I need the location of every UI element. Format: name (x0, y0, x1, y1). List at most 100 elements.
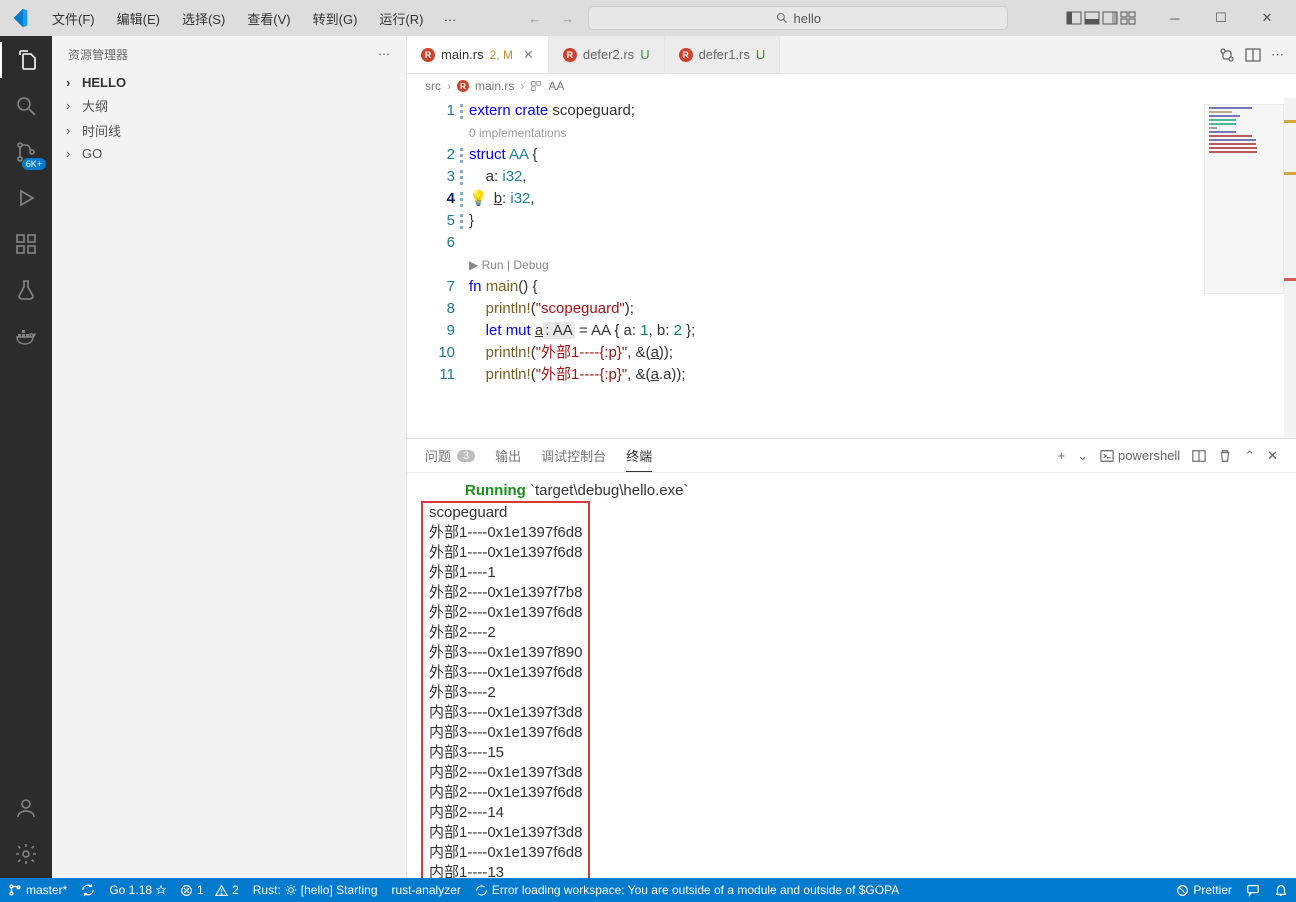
panel-tab-debug-console[interactable]: 调试控制台 (541, 440, 606, 471)
tab-suffix: U (756, 47, 765, 62)
terminal-kill-icon[interactable] (1218, 449, 1232, 463)
rust-file-icon: R (563, 48, 577, 62)
breadcrumb-item[interactable]: src (425, 79, 441, 93)
scm-badge: 6K+ (22, 158, 46, 170)
panel-close-icon[interactable]: ✕ (1267, 448, 1278, 464)
menu-view[interactable]: 查看(V) (237, 5, 300, 32)
tree-go[interactable]: ›GO (52, 143, 406, 164)
tab-suffix: U (640, 47, 649, 62)
code-content[interactable]: extern crate scopeguard; 0 implementatio… (469, 98, 1296, 438)
status-analyzer[interactable]: rust-analyzer (392, 883, 461, 897)
status-feedback-icon[interactable] (1246, 883, 1260, 897)
compare-icon[interactable] (1219, 47, 1235, 63)
menu-go[interactable]: 转到(G) (303, 5, 368, 32)
terminal-profile[interactable]: powershell (1100, 448, 1180, 463)
rust-file-icon: R (457, 80, 469, 92)
panel-tab-output[interactable]: 输出 (495, 440, 521, 471)
split-editor-icon[interactable] (1245, 47, 1261, 63)
struct-icon (530, 80, 542, 92)
status-workspace-error[interactable]: Error loading workspace: You are outside… (475, 883, 899, 897)
status-sync-icon[interactable] (81, 883, 95, 897)
activity-extensions-icon[interactable] (12, 230, 40, 258)
activity-search-icon[interactable] (12, 92, 40, 120)
activity-testing-icon[interactable] (12, 276, 40, 304)
lightbulb-icon[interactable]: 💡 (469, 190, 488, 207)
codelens-run[interactable]: ▶ Run | Debug (469, 258, 549, 272)
tree-label: HELLO (82, 75, 126, 90)
menu-selection[interactable]: 选择(S) (172, 5, 235, 32)
code-editor[interactable]: 1 2 3 4 5 6 7 8 9 10 11 extern crate sco… (407, 98, 1296, 438)
terminal-highlight-box: scopeguard外部1----0x1e1397f6d8外部1----0x1e… (421, 501, 590, 878)
editor-tabs: R main.rs 2, M ✕ R defer2.rs U R defer1.… (407, 36, 1296, 74)
panel-maximize-icon[interactable]: ⌃ (1244, 448, 1255, 464)
status-bar: master* Go 1.18 1 2 Rust: [hello] Starti… (0, 878, 1296, 902)
panel-tab-terminal[interactable]: 终端 (626, 440, 652, 472)
tab-close-icon[interactable]: ✕ (523, 47, 534, 63)
title-bar: 文件(F) 编辑(E) 选择(S) 查看(V) 转到(G) 运行(R) … ← … (0, 0, 1296, 36)
editor-scrollbar[interactable] (1284, 98, 1296, 438)
explorer-tree: ›HELLO ›大纲 ›时间线 ›GO (52, 72, 406, 164)
layout-customize-icon[interactable] (1120, 10, 1136, 26)
menu-more[interactable]: … (435, 5, 464, 32)
status-problems[interactable]: 1 2 (180, 883, 239, 897)
status-rust[interactable]: Rust: [hello] Starting (253, 883, 378, 897)
tree-label: 时间线 (82, 121, 121, 140)
command-center-text: hello (794, 11, 821, 26)
tab-suffix: 2, M (490, 48, 513, 62)
activity-account-icon[interactable] (12, 794, 40, 822)
activity-settings-icon[interactable] (12, 840, 40, 868)
terminal-cmd: `target\debug\hello.exe` (530, 482, 688, 499)
menu-run[interactable]: 运行(R) (369, 5, 433, 32)
window-maximize[interactable]: ☐ (1200, 4, 1242, 32)
terminal-dropdown-icon[interactable]: ⌄ (1077, 448, 1088, 464)
sidebar-more-icon[interactable]: ⋯ (378, 47, 390, 61)
status-go-version[interactable]: Go 1.18 (109, 883, 166, 897)
breadcrumb-item[interactable]: main.rs (475, 79, 514, 93)
terminal-new-icon[interactable]: + (1058, 448, 1066, 463)
layout-right-icon[interactable] (1102, 10, 1118, 26)
problems-count: 3 (457, 450, 475, 462)
menu-edit[interactable]: 编辑(E) (107, 5, 170, 32)
activity-explorer-icon[interactable] (12, 46, 40, 74)
vscode-logo-icon (8, 8, 28, 28)
breadcrumb[interactable]: src › R main.rs › AA (407, 74, 1296, 98)
rust-file-icon: R (421, 48, 435, 62)
activity-docker-icon[interactable] (12, 322, 40, 350)
activity-scm-icon[interactable]: 6K+ (12, 138, 40, 166)
menu-file[interactable]: 文件(F) (42, 5, 105, 32)
nav-forward-icon[interactable]: → (555, 9, 580, 28)
editor-more-icon[interactable]: ⋯ (1271, 47, 1284, 63)
tab-label: defer2.rs (583, 47, 634, 62)
panel-tab-problems[interactable]: 问题3 (425, 440, 475, 471)
status-bell-icon[interactable] (1274, 883, 1288, 897)
activity-debug-icon[interactable] (12, 184, 40, 212)
tab-label: main.rs (441, 47, 484, 62)
command-center[interactable]: hello (588, 6, 1008, 30)
layout-left-icon[interactable] (1066, 10, 1082, 26)
window-minimize[interactable]: ─ (1154, 4, 1196, 32)
nav-back-icon[interactable]: ← (522, 9, 547, 28)
window-close[interactable]: ✕ (1246, 4, 1288, 32)
status-prettier[interactable]: Prettier (1176, 883, 1232, 897)
sidebar-header: 资源管理器 ⋯ (52, 36, 406, 72)
tree-folder-hello[interactable]: ›HELLO (52, 72, 406, 93)
terminal-split-icon[interactable] (1192, 449, 1206, 463)
breadcrumb-item[interactable]: AA (548, 79, 564, 93)
tab-label: defer1.rs (699, 47, 750, 62)
layout-bottom-icon[interactable] (1084, 10, 1100, 26)
tab-defer2-rs[interactable]: R defer2.rs U (549, 36, 665, 73)
minimap[interactable] (1204, 104, 1284, 294)
tab-defer1-rs[interactable]: R defer1.rs U (665, 36, 781, 73)
sidebar-title: 资源管理器 (68, 46, 128, 63)
title-center: ← → hello (464, 6, 1066, 30)
status-branch[interactable]: master* (8, 883, 67, 897)
tab-main-rs[interactable]: R main.rs 2, M ✕ (407, 36, 549, 73)
tree-label: 大纲 (82, 96, 108, 115)
terminal-running: Running (465, 482, 526, 499)
tree-timeline[interactable]: ›时间线 (52, 118, 406, 143)
title-right: ─ ☐ ✕ (1066, 4, 1288, 32)
editor-area: R main.rs 2, M ✕ R defer2.rs U R defer1.… (407, 36, 1296, 878)
tree-outline[interactable]: ›大纲 (52, 93, 406, 118)
terminal[interactable]: Running `target\debug\hello.exe` scopegu… (407, 473, 1296, 878)
codelens-impl[interactable]: 0 implementations (469, 126, 566, 140)
